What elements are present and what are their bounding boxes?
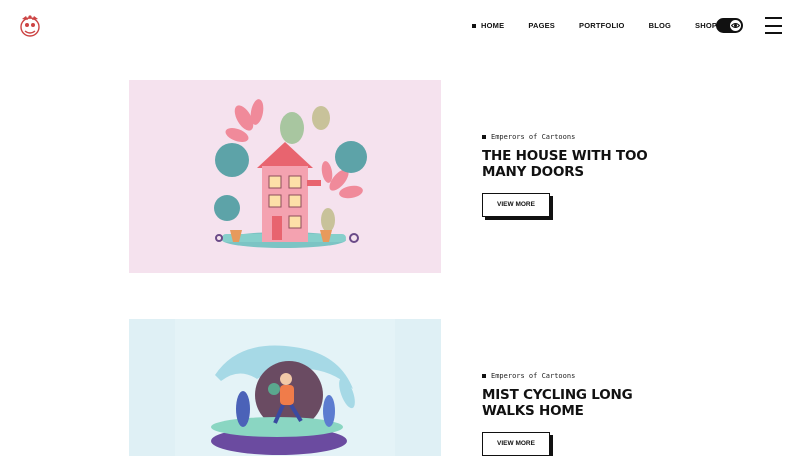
project-image-house[interactable] xyxy=(129,80,441,273)
project-title[interactable]: THE HOUSE WITH TOO MANY DOORS xyxy=(482,148,682,180)
project-image-cycling[interactable] xyxy=(129,319,441,456)
nav-shop[interactable]: SHOP xyxy=(695,21,717,30)
nav-pages[interactable]: PAGES xyxy=(528,21,555,30)
nav-blog[interactable]: BLOG xyxy=(649,21,671,30)
project-category[interactable]: Emperors of Cartoons xyxy=(482,132,682,142)
cartoon-logo-icon[interactable] xyxy=(16,13,44,39)
view-more-button[interactable]: VIEW MORE xyxy=(482,193,550,217)
theme-toggle[interactable] xyxy=(716,18,743,33)
nav-home[interactable]: HOME xyxy=(472,21,504,30)
nav-portfolio[interactable]: PORTFOLIO xyxy=(579,21,625,30)
view-more-button[interactable]: VIEW MORE xyxy=(482,432,550,456)
site-header: HOME PAGES PORTFOLIO BLOG SHOP xyxy=(0,0,800,52)
main-nav: HOME PAGES PORTFOLIO BLOG SHOP xyxy=(472,21,717,30)
project-info-cycling: Emperors of Cartoons MIST CYCLING LONG W… xyxy=(482,371,682,456)
hamburger-menu-icon[interactable] xyxy=(765,17,782,34)
project-category[interactable]: Emperors of Cartoons xyxy=(482,371,682,381)
eye-icon xyxy=(730,20,741,31)
project-title[interactable]: MIST CYCLING LONG WALKS HOME xyxy=(482,387,682,419)
project-info-house: Emperors of Cartoons THE HOUSE WITH TOO … xyxy=(482,132,682,217)
